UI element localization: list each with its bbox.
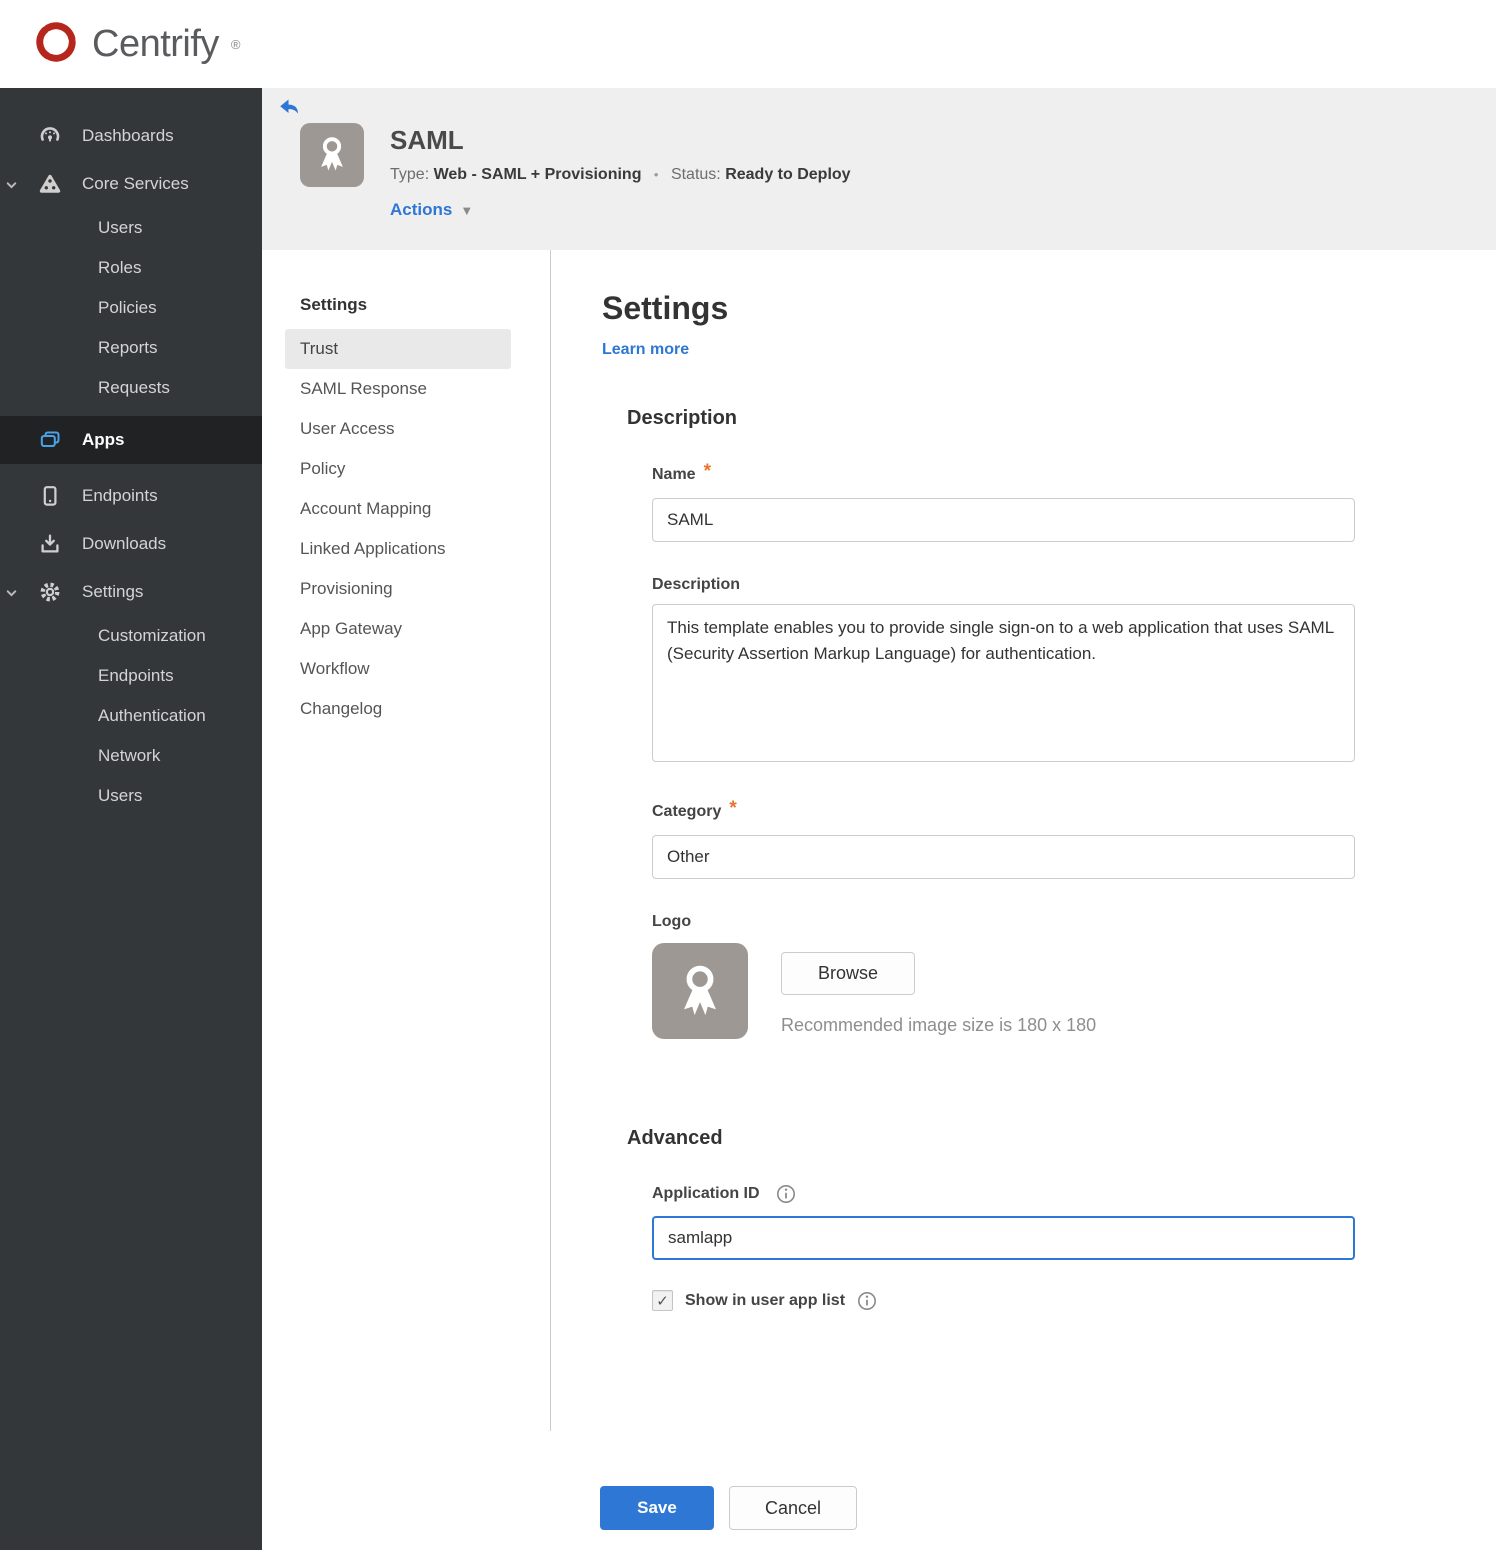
sidebar-item-customization[interactable]: Customization — [0, 616, 262, 656]
show-in-user-app-list-checkbox[interactable]: ✓ — [652, 1290, 673, 1311]
type-label: Type: — [390, 166, 430, 183]
category-input[interactable] — [652, 835, 1355, 879]
status-value: Ready to Deploy — [725, 166, 851, 183]
subnav-item-linked-applications[interactable]: Linked Applications — [285, 529, 511, 569]
subnav-item-saml-response[interactable]: SAML Response — [285, 369, 511, 409]
centrify-swirl-icon — [30, 16, 82, 73]
actions-label: Actions — [390, 200, 453, 219]
browse-button[interactable]: Browse — [781, 952, 915, 995]
logo-label: Logo — [652, 913, 692, 930]
app-title: SAML — [390, 125, 464, 155]
caret-down-icon: ▼ — [460, 202, 474, 218]
settings-panel: Settings Learn more Description Name * S… — [551, 250, 1496, 1431]
info-icon[interactable] — [857, 1291, 877, 1311]
sidebar-item-label: Settings — [82, 582, 144, 601]
ribbon-award-icon — [669, 958, 731, 1025]
sidebar-item-network[interactable]: Network — [0, 736, 262, 776]
required-marker: * — [703, 461, 711, 482]
sidebar-item-settings-endpoints[interactable]: Endpoints — [0, 656, 262, 696]
sidebar-item-dashboards[interactable]: Dashboards — [0, 112, 262, 160]
subnav-item-app-gateway[interactable]: App Gateway — [285, 609, 511, 649]
sidebar-item-roles[interactable]: Roles — [0, 248, 262, 288]
download-icon — [38, 532, 62, 556]
sidebar: Dashboards Core Services Users Roles Pol… — [0, 88, 262, 1550]
subnav-item-user-access[interactable]: User Access — [285, 409, 511, 449]
sidebar-item-settings-users[interactable]: Users — [0, 776, 262, 816]
check-icon: ✓ — [656, 1292, 669, 1310]
core-services-icon — [38, 172, 62, 196]
learn-more-link[interactable]: Learn more — [602, 341, 689, 359]
logo-size-hint: Recommended image size is 180 x 180 — [781, 1015, 1097, 1035]
subnav-item-policy[interactable]: Policy — [285, 449, 511, 489]
sidebar-item-reports[interactable]: Reports — [0, 328, 262, 368]
sidebar-item-settings[interactable]: Settings — [0, 568, 262, 616]
app-meta-line: Type: Web - SAML + Provisioning • Status… — [390, 166, 851, 184]
description-textarea[interactable]: This template enables you to provide sin… — [652, 604, 1355, 762]
subnav-title: Settings — [300, 295, 368, 314]
sidebar-item-label: Core Services — [82, 174, 189, 193]
gear-icon — [38, 580, 62, 604]
ribbon-award-icon — [311, 132, 353, 179]
advanced-section-heading: Advanced — [627, 1127, 723, 1149]
app-header: SAML Type: Web - SAML + Provisioning • S… — [262, 88, 1496, 250]
apps-icon — [38, 428, 62, 452]
sidebar-item-users[interactable]: Users — [0, 208, 262, 248]
subnav-item-workflow[interactable]: Workflow — [285, 649, 511, 689]
content-area: SAML Type: Web - SAML + Provisioning • S… — [262, 88, 1496, 1550]
show-in-user-app-list-label: Show in user app list — [685, 1291, 846, 1309]
form-footer: Save Cancel — [600, 1486, 1496, 1550]
sidebar-item-downloads[interactable]: Downloads — [0, 520, 262, 568]
type-value: Web - SAML + Provisioning — [433, 166, 642, 183]
actions-dropdown[interactable]: Actions ▼ — [390, 200, 851, 220]
subnav-item-provisioning[interactable]: Provisioning — [285, 569, 511, 609]
app-logo-badge — [300, 123, 364, 187]
subnav-item-account-mapping[interactable]: Account Mapping — [285, 489, 511, 529]
brand-registered-mark: ® — [230, 36, 241, 52]
sidebar-item-policies[interactable]: Policies — [0, 288, 262, 328]
sidebar-item-endpoints[interactable]: Endpoints — [0, 472, 262, 520]
sidebar-item-label: Apps — [82, 430, 125, 449]
sidebar-item-requests[interactable]: Requests — [0, 368, 262, 408]
save-button[interactable]: Save — [600, 1486, 714, 1530]
back-arrow-icon[interactable] — [278, 98, 300, 116]
subnav-item-changelog[interactable]: Changelog — [285, 689, 511, 729]
description-label: Description — [652, 576, 741, 593]
info-icon[interactable] — [776, 1184, 796, 1204]
sidebar-item-core-services[interactable]: Core Services — [0, 160, 262, 208]
application-id-input[interactable] — [652, 1216, 1355, 1260]
settings-subnav: Settings Trust SAML Response User Access… — [262, 250, 551, 1431]
gauge-icon — [38, 124, 62, 148]
sidebar-item-apps[interactable]: Apps — [0, 416, 262, 464]
application-id-label: Application ID — [652, 1185, 760, 1202]
cancel-button[interactable]: Cancel — [729, 1486, 857, 1530]
required-marker: * — [729, 798, 737, 819]
name-input[interactable] — [652, 498, 1355, 542]
brand-logo: Centrify ® — [30, 16, 241, 73]
sidebar-item-label: Endpoints — [82, 486, 158, 505]
page-title: Settings — [602, 290, 729, 326]
chevron-down-icon[interactable] — [5, 177, 19, 191]
top-bar: Centrify ® — [0, 0, 1496, 88]
status-label: Status: — [670, 166, 721, 183]
sidebar-item-authentication[interactable]: Authentication — [0, 696, 262, 736]
subnav-item-trust[interactable]: Trust — [285, 329, 511, 369]
chevron-down-icon[interactable] — [5, 585, 19, 599]
meta-separator: • — [653, 167, 659, 182]
name-label: Name — [652, 466, 696, 483]
brand-name: Centrify — [92, 22, 219, 65]
device-icon — [38, 484, 62, 508]
description-section-heading: Description — [627, 407, 738, 429]
category-label: Category — [652, 803, 722, 820]
sidebar-item-label: Dashboards — [82, 126, 174, 145]
app-logo-preview — [652, 943, 748, 1039]
sidebar-item-label: Downloads — [82, 534, 167, 553]
